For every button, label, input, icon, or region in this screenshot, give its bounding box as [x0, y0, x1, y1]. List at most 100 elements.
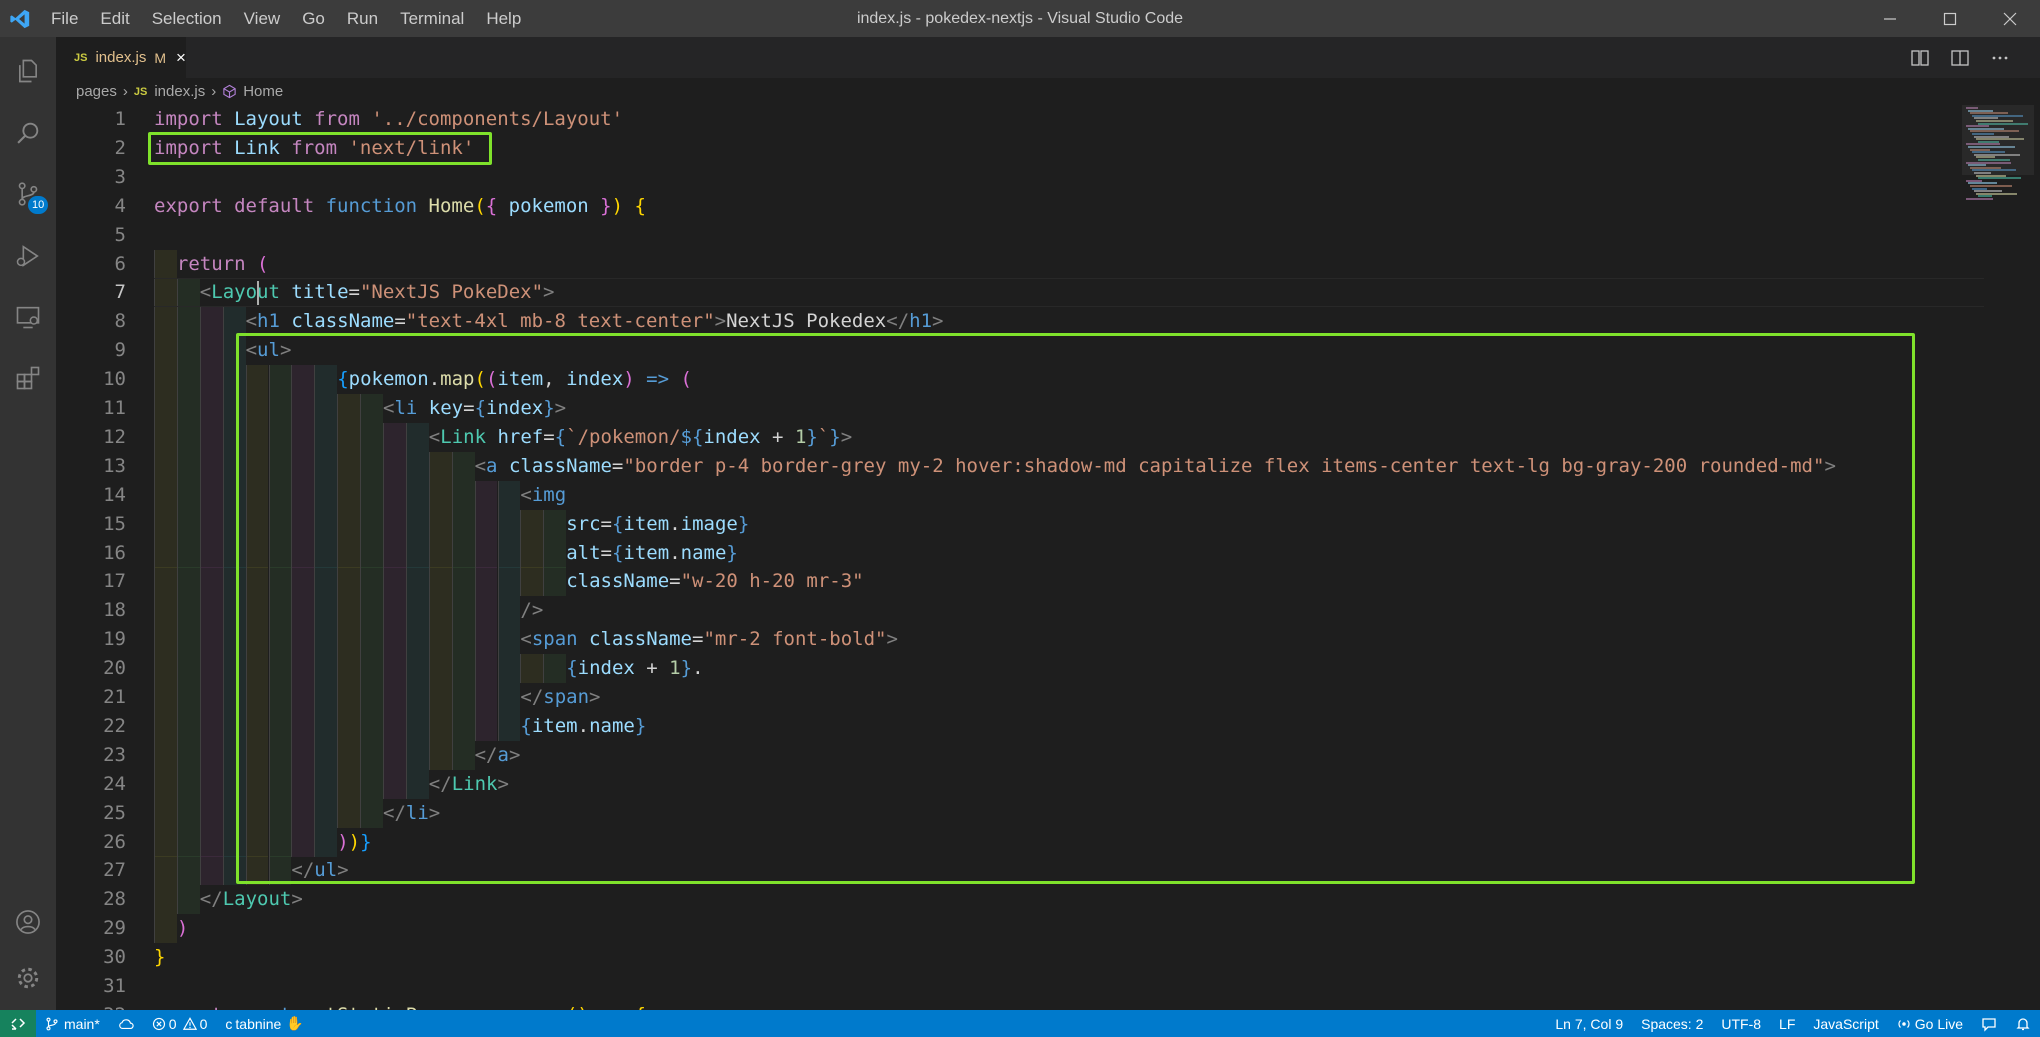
- code-line[interactable]: return (: [177, 250, 269, 279]
- indent-guide: [199, 307, 223, 337]
- explorer-button[interactable]: [0, 43, 56, 99]
- menu-go[interactable]: Go: [291, 0, 336, 37]
- sync-button[interactable]: [109, 1010, 143, 1037]
- feedback-button[interactable]: [1972, 1010, 2006, 1037]
- remote-explorer-icon: [16, 306, 40, 329]
- run-debug-button[interactable]: [0, 228, 56, 284]
- code-line[interactable]: import Layout from '../components/Layout…: [154, 105, 623, 134]
- current-line-highlight: [154, 278, 1984, 308]
- line-number-gutter: 1 2 3 4 5 6 7 8 9 10 11 12 13 14 15 16 17 18 19 20 21 22 23 24 2…: [56, 105, 126, 1010]
- remote-explorer-button[interactable]: [0, 289, 56, 345]
- notifications-button[interactable]: [2006, 1010, 2040, 1037]
- remote-icon: [11, 1017, 26, 1030]
- line-number: 10: [103, 368, 126, 391]
- menu-view[interactable]: View: [233, 0, 292, 37]
- menu-help[interactable]: Help: [475, 0, 532, 37]
- menu-selection[interactable]: Selection: [141, 0, 233, 37]
- minimize-button[interactable]: [1860, 0, 1920, 37]
- indent-guide: [176, 596, 200, 626]
- line-number: 21: [103, 686, 126, 708]
- line-number: 4: [114, 194, 126, 217]
- branch-name: main*: [64, 1015, 100, 1032]
- chevron-right-icon: ›: [211, 83, 217, 100]
- menu-file[interactable]: File: [40, 0, 89, 37]
- problems-indicator[interactable]: 0 0: [143, 1010, 217, 1037]
- broadcast-icon: [1898, 1019, 1910, 1028]
- indent-guide: [199, 740, 223, 770]
- indentation[interactable]: Spaces: 2: [1632, 1010, 1712, 1037]
- line-number: 30: [103, 946, 126, 969]
- ellipsis-icon: [1992, 56, 2008, 59]
- tabnine-glyph: c: [225, 1015, 233, 1032]
- editor-tab-bar: JS index.js M ×: [56, 37, 2040, 78]
- more-actions-button[interactable]: [1980, 37, 2020, 78]
- close-tab-icon[interactable]: ×: [176, 48, 186, 68]
- menu-run[interactable]: Run: [336, 0, 389, 37]
- tab-index-js[interactable]: JS index.js M ×: [56, 37, 186, 78]
- activity-bar: 10: [0, 37, 56, 1010]
- line-number: 28: [103, 888, 126, 911]
- line-number: 3: [114, 165, 126, 188]
- status-bar: main* 0 0 c tabnine ✋ Ln 7, Col 9 Spaces…: [0, 1010, 2040, 1037]
- close-icon: [2003, 12, 2017, 25]
- line-number: 15: [103, 512, 126, 535]
- indent-guide: [176, 509, 200, 539]
- code-line[interactable]: }: [154, 943, 165, 972]
- line-number: 29: [103, 917, 126, 940]
- menu-edit[interactable]: Edit: [89, 0, 140, 37]
- compare-changes-icon: [1911, 49, 1929, 66]
- javascript-file-icon: JS: [133, 85, 148, 98]
- indent-guide: [154, 827, 177, 857]
- extensions-button[interactable]: [0, 350, 56, 406]
- language-mode[interactable]: JavaScript: [1804, 1010, 1887, 1037]
- code-line[interactable]: </Layout>: [200, 885, 303, 914]
- breadcrumb-folder[interactable]: pages: [76, 83, 117, 100]
- indent-guide: [176, 480, 200, 510]
- breadcrumb-file[interactable]: index.js: [154, 83, 205, 100]
- code-editor[interactable]: 1 2 3 4 5 6 7 8 9 10 11 12 13 14 15 16 17 18 19 20 21 22 23 24 2…: [56, 105, 2040, 1010]
- tabnine-indicator[interactable]: c tabnine ✋: [216, 1010, 312, 1037]
- minimap[interactable]: [1962, 105, 2034, 1010]
- menu-terminal[interactable]: Terminal: [389, 0, 475, 37]
- cursor-position[interactable]: Ln 7, Col 9: [1546, 1010, 1632, 1037]
- line-number: 5: [114, 223, 126, 246]
- encoding[interactable]: UTF-8: [1712, 1010, 1770, 1037]
- extensions-icon: [16, 366, 40, 390]
- indent-guide: [154, 451, 177, 481]
- split-editor-button[interactable]: [1940, 37, 1980, 78]
- indent-guide: [199, 711, 223, 741]
- breadcrumb: pages › JS index.js › Home: [56, 78, 2040, 105]
- indent-guide: [199, 683, 223, 712]
- go-live-button[interactable]: Go Live: [1888, 1010, 1972, 1037]
- indent-guide: [154, 249, 177, 279]
- indent-guide: [154, 336, 177, 366]
- symbol-method-icon: [223, 84, 236, 99]
- line-number: 16: [103, 541, 126, 564]
- source-control-button[interactable]: 10: [0, 166, 56, 222]
- code-line[interactable]: ): [177, 914, 188, 943]
- indent-guide: [176, 567, 200, 597]
- maximize-button[interactable]: [1920, 0, 1980, 37]
- end-of-line[interactable]: LF: [1770, 1010, 1804, 1037]
- search-button[interactable]: [0, 105, 56, 161]
- account-icon: [16, 910, 40, 934]
- line-number: 13: [103, 454, 126, 477]
- minimap-slider[interactable]: [1962, 105, 2034, 175]
- indent-guide: [154, 740, 177, 770]
- branch-indicator[interactable]: main*: [36, 1010, 109, 1037]
- manage-button[interactable]: [0, 950, 56, 1006]
- close-window-button[interactable]: [1980, 0, 2040, 37]
- indent-guide: [199, 827, 223, 857]
- bell-icon: [2016, 1017, 2030, 1030]
- indent-guide: [222, 307, 246, 337]
- code-line[interactable]: export const getStaticProps = async () =…: [154, 1001, 646, 1010]
- breadcrumb-symbol[interactable]: Home: [243, 83, 283, 100]
- code-line[interactable]: <h1 className="text-4xl mb-8 text-center…: [246, 307, 944, 336]
- warning-icon: [182, 1016, 197, 1030]
- cloud-sync-icon: [118, 1018, 134, 1029]
- code-line[interactable]: export default function Home({ pokemon }…: [154, 192, 646, 221]
- javascript-file-icon: JS: [74, 51, 88, 64]
- accounts-button[interactable]: [0, 894, 56, 950]
- open-changes-button[interactable]: [1900, 37, 1940, 78]
- remote-indicator-button[interactable]: [0, 1010, 36, 1037]
